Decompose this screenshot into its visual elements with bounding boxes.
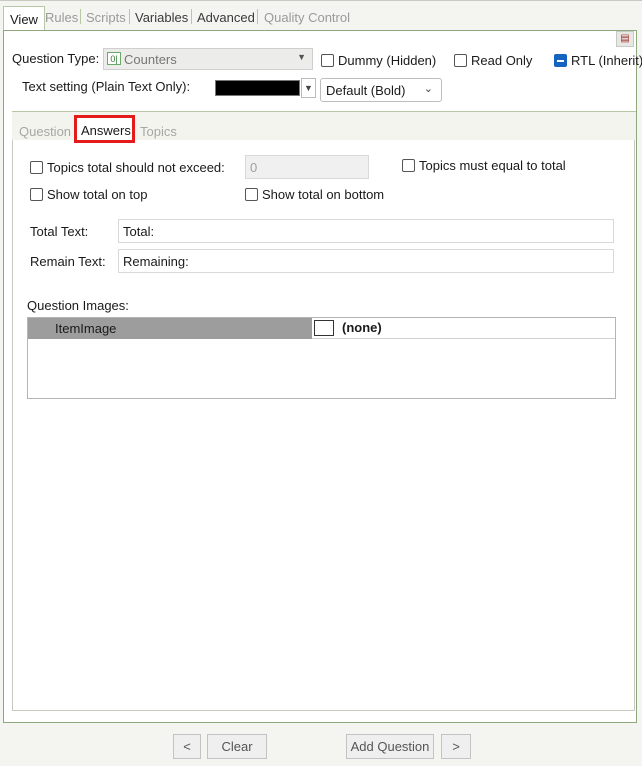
tab-question[interactable]: Question <box>19 124 71 139</box>
tab-topics[interactable]: Topics <box>140 124 177 139</box>
read-only-checkbox[interactable] <box>454 54 467 67</box>
dummy-checkbox[interactable] <box>321 54 334 67</box>
show-total-bottom-checkbox[interactable] <box>245 188 258 201</box>
image-preview-swatch <box>314 320 334 336</box>
text-style-value: Default (Bold) <box>326 83 406 98</box>
tab-quality-control[interactable]: Quality Control <box>264 10 350 25</box>
show-total-bottom-label: Show total on bottom <box>262 187 385 202</box>
total-text-input[interactable]: Total: <box>118 219 614 243</box>
tab-advanced[interactable]: Advanced <box>197 10 255 25</box>
tab-scripts[interactable]: Scripts <box>86 10 126 25</box>
text-setting-label: Text setting (Plain Text Only): <box>22 79 191 94</box>
topics-total-label: Topics total should not exceed: <box>47 160 225 175</box>
question-type-label: Question Type: <box>12 51 100 66</box>
rtl-checkbox[interactable] <box>554 54 567 67</box>
next-button[interactable]: > <box>441 734 471 759</box>
show-total-top-checkbox[interactable] <box>30 188 43 201</box>
question-type-value: Counters <box>124 52 177 67</box>
tab-separator <box>191 9 192 24</box>
total-text-label: Total Text: <box>30 224 89 239</box>
question-type-combo[interactable]: 0| Counters ▼ <box>103 48 313 70</box>
remain-text-input[interactable]: Remaining: <box>118 249 614 273</box>
dropdown-arrow-icon: ▼ <box>297 52 306 62</box>
clear-button[interactable]: Clear <box>207 734 267 759</box>
tab-separator <box>129 9 130 24</box>
tab-rules[interactable]: Rules <box>45 10 78 25</box>
color-dropdown-arrow-icon[interactable]: ▼ <box>301 78 316 98</box>
topics-total-checkbox[interactable] <box>30 161 43 174</box>
total-text-value: Total: <box>123 224 155 239</box>
topics-equal-checkbox[interactable] <box>402 159 415 172</box>
show-total-top-label: Show total on top <box>47 187 148 202</box>
tab-answers[interactable]: Answers <box>74 115 135 143</box>
rtl-label: RTL (Inherit) <box>571 53 642 68</box>
add-question-button[interactable]: Add Question <box>346 734 434 759</box>
table-row[interactable]: ItemImage <box>28 318 312 339</box>
item-image-name: ItemImage <box>55 321 117 336</box>
panel-options-icon[interactable]: ▤ <box>616 31 634 47</box>
read-only-label: Read Only <box>471 53 533 68</box>
topics-equal-label: Topics must equal to total <box>419 158 566 173</box>
dummy-label: Dummy (Hidden) <box>338 53 437 68</box>
topics-total-value: 0 <box>250 160 258 175</box>
item-image-value: (none) <box>342 320 382 335</box>
tab-variables[interactable]: Variables <box>135 10 188 25</box>
tab-separator <box>80 9 81 24</box>
text-style-select[interactable]: Default (Bold) ⌄ <box>320 78 442 102</box>
tab-view[interactable]: View <box>3 6 45 30</box>
remain-text-value: Remaining: <box>123 254 189 269</box>
chevron-down-icon: ⌄ <box>423 83 433 95</box>
topics-total-input[interactable]: 0 <box>245 155 369 179</box>
question-images-label: Question Images: <box>27 298 129 313</box>
counters-icon: 0| <box>107 52 121 65</box>
previous-button[interactable]: < <box>173 734 201 759</box>
text-color-swatch[interactable] <box>215 80 300 96</box>
tab-separator <box>257 9 258 24</box>
remain-text-label: Remain Text: <box>30 254 106 269</box>
item-image-value-cell[interactable]: (none) <box>312 318 615 339</box>
